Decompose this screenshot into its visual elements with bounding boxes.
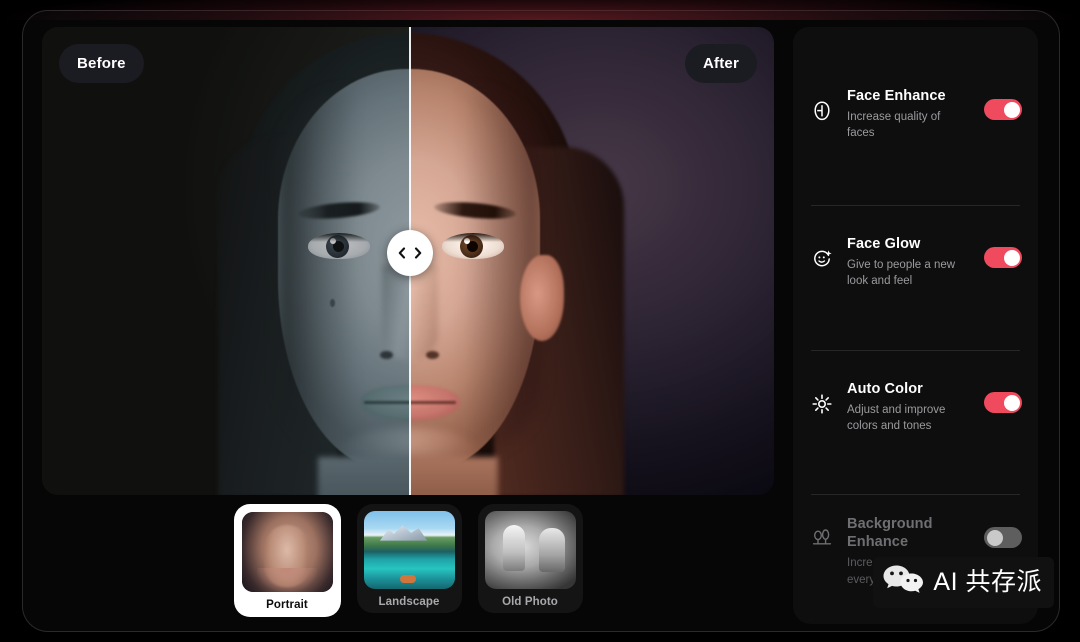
setting-auto-color[interactable]: Auto Color Adjust and improve colors and… <box>809 380 1022 435</box>
portrait-artwork-after <box>410 27 774 495</box>
trees-icon <box>811 529 833 547</box>
face-outline-icon <box>811 101 833 121</box>
app-root: Before After Portrait Landscape Old Phot… <box>0 0 1080 642</box>
preset-landscape[interactable]: Landscape <box>356 504 462 613</box>
panel-divider <box>811 205 1020 206</box>
preset-label: Portrait <box>266 599 308 611</box>
toggle-face-enhance[interactable] <box>984 99 1022 120</box>
preset-thumbnail-strip: Portrait Landscape Old Photo <box>42 504 774 624</box>
setting-face-enhance[interactable]: Face Enhance Increase quality of faces <box>809 87 1022 142</box>
portrait-artwork-before <box>42 27 410 495</box>
setting-face-glow[interactable]: Face Glow Give to people a new look and … <box>809 235 1022 290</box>
toggle-auto-color[interactable] <box>984 392 1022 413</box>
left-right-chevrons-icon <box>398 247 422 259</box>
preset-label: Landscape <box>378 596 440 608</box>
setting-description: Increase quality of faces <box>847 111 941 140</box>
old-photo-thumbnail <box>484 511 576 589</box>
setting-description: Give to people a new look and feel <box>847 259 956 288</box>
setting-title: Background Enhance <box>847 516 933 551</box>
smiley-sparkle-icon <box>811 249 833 269</box>
preset-label: Old Photo <box>502 596 558 608</box>
portrait-thumbnail <box>241 512 333 592</box>
watermark: AI 共存派 <box>873 557 1054 608</box>
setting-text-block: Auto Color Adjust and improve colors and… <box>847 380 970 435</box>
sun-brightness-icon <box>811 394 833 414</box>
panel-divider <box>811 494 1020 495</box>
comparison-slider-handle[interactable] <box>387 230 433 276</box>
preview-before-half <box>42 27 410 495</box>
setting-title: Auto Color <box>847 381 923 397</box>
toggle-face-glow[interactable] <box>984 247 1022 268</box>
preview-after-half <box>410 27 774 495</box>
setting-description: Adjust and improve colors and tones <box>847 404 946 433</box>
panel-divider <box>811 350 1020 351</box>
preset-portrait[interactable]: Portrait <box>233 504 341 617</box>
before-after-preview[interactable]: Before After <box>42 27 774 495</box>
landscape-thumbnail <box>363 511 455 589</box>
setting-text-block: Face Enhance Increase quality of faces <box>847 87 970 142</box>
after-badge: After <box>684 44 757 83</box>
preset-old-photo[interactable]: Old Photo <box>477 504 583 613</box>
before-badge: Before <box>59 44 144 83</box>
setting-title: Face Glow <box>847 236 921 252</box>
toggle-background-enhance[interactable] <box>984 527 1022 548</box>
setting-text-block: Face Glow Give to people a new look and … <box>847 235 970 290</box>
setting-title: Face Enhance <box>847 88 946 104</box>
watermark-text: AI 共存派 <box>933 568 1042 596</box>
settings-panel: Face Enhance Increase quality of faces F… <box>793 27 1038 624</box>
wechat-logo-icon <box>881 563 927 602</box>
